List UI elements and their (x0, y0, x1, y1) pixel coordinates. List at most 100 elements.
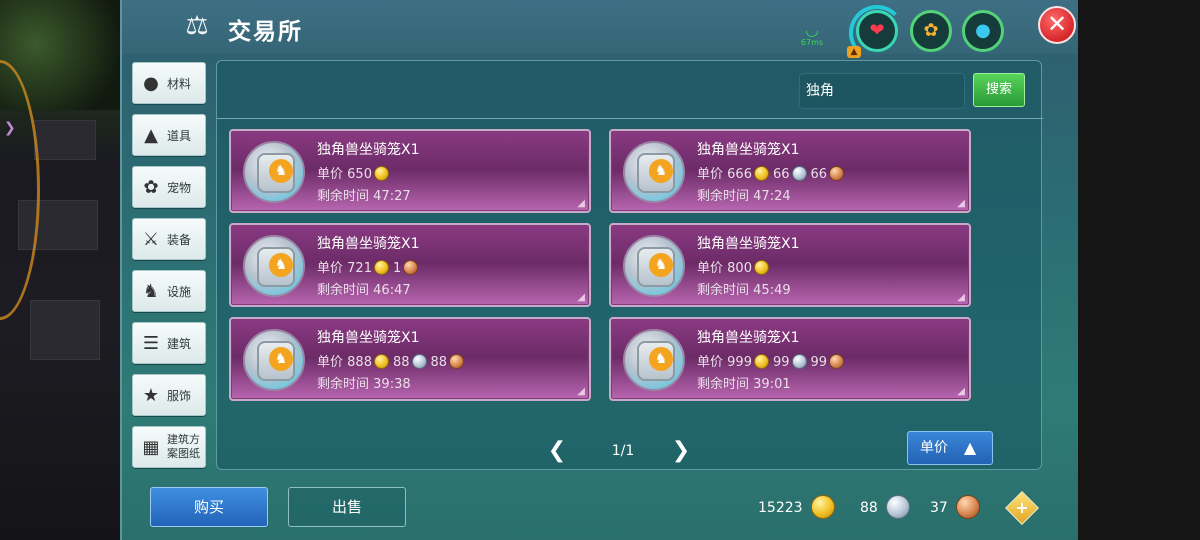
silver-coin-icon (791, 166, 807, 181)
copper-amount: 88 (430, 355, 448, 370)
category-buildings[interactable]: ☰ 建筑 (132, 322, 206, 364)
gold-balance: 15223 (758, 500, 803, 516)
category-materials[interactable]: ● 材料 (132, 62, 206, 104)
time-value: 46:47 (373, 283, 411, 298)
building-icon: ☰ (142, 333, 160, 354)
gold-coin-icon (753, 166, 769, 181)
time-row: 剩余时间 39:01 (697, 373, 791, 392)
listing-card[interactable]: ♞ 独角兽坐骑笼X1 单价 800 剩余时间 45:49 ◢ (609, 223, 971, 307)
time-label: 剩余时间 (317, 283, 370, 298)
copper-amount: 99 (810, 355, 828, 370)
time-row: 剩余时间 39:38 (317, 373, 411, 392)
search-bar: 独角 搜索 (217, 61, 1043, 119)
silver-coin-icon (885, 495, 910, 519)
copper-coin-icon (829, 166, 845, 181)
blueprint-icon: ▦ (142, 437, 160, 458)
price-label: 单价 (317, 355, 344, 370)
wifi-signal-icon: ◡ (805, 20, 819, 39)
listing-card[interactable]: ♞ 独角兽坐骑笼X1 单价 650 剩余时间 47:27 ◢ (229, 129, 591, 213)
gold-coin-icon (373, 354, 389, 369)
horse-emblem: ♞ (649, 347, 673, 371)
copper-balance: 37 (930, 500, 948, 516)
gold-coin-icon (373, 166, 389, 181)
gold-amount: 721 (347, 261, 372, 276)
item-name: 独角兽坐骑笼X1 (697, 236, 800, 252)
game-world-left: ❯ (0, 0, 120, 540)
search-input[interactable]: 独角 (799, 73, 965, 109)
category-tools[interactable]: ▲ 道具 (132, 114, 206, 156)
food-icon: ✿ (923, 20, 939, 41)
price-row: 单价 666 66 66 (697, 163, 848, 182)
stone-tile (34, 120, 96, 160)
close-button[interactable]: ✕ (1038, 6, 1076, 44)
price-row: 单价 800 (697, 257, 773, 276)
listing-card[interactable]: ♞ 独角兽坐骑笼X1 单价 721 1 剩余时间 46:47 ◢ (229, 223, 591, 307)
game-screen: ❯ ⚖ 交易所 ◡ 67ms ❤ ▲ ✿ ● ✕ ● 材料 ▲ 道具 ✿ 宠物 … (0, 0, 1200, 540)
listing-card[interactable]: ♞ 独角兽坐骑笼X1 单价 666 66 66 剩余时间 47:24 ◢ (609, 129, 971, 213)
horse-emblem: ♞ (269, 159, 293, 183)
copper-amount: 1 (392, 261, 402, 276)
ping-label: 67ms (800, 38, 824, 47)
category-blueprints[interactable]: ▦ 建筑方案图纸 (132, 426, 206, 468)
copper-coin-icon (955, 495, 980, 519)
gold-amount: 666 (727, 167, 752, 182)
time-value: 47:24 (753, 189, 791, 204)
horse-emblem: ♞ (269, 253, 293, 277)
price-row: 单价 650 (317, 163, 393, 182)
unicorn-cage-icon: ♞ (623, 329, 685, 391)
category-pets[interactable]: ✿ 宠物 (132, 166, 206, 208)
horse-emblem: ♞ (269, 347, 293, 371)
copper-coin-icon (829, 354, 845, 369)
price-label: 单价 (697, 167, 724, 182)
listing-card[interactable]: ♞ 独角兽坐骑笼X1 单价 888 88 88 剩余时间 39:38 ◢ (229, 317, 591, 401)
price-label: 单价 (697, 261, 724, 276)
copper-coin-icon (449, 354, 465, 369)
unicorn-cage-icon: ♞ (623, 235, 685, 297)
category-facilities[interactable]: ♞ 设施 (132, 270, 206, 312)
gold-amount: 888 (347, 355, 372, 370)
page-title: 交易所 (228, 19, 303, 45)
chevron-left-icon[interactable]: ❮ (547, 437, 567, 465)
pagination: ❮ 1/1 ❯ (547, 437, 707, 465)
silver-amount: 88 (392, 355, 410, 370)
time-value: 47:27 (373, 189, 411, 204)
equipment-icon: ⚔ (142, 229, 160, 250)
category-clothing[interactable]: ★ 服饰 (132, 374, 206, 416)
wallet-copper: 37 (930, 495, 980, 521)
silver-coin-icon (411, 354, 427, 369)
search-button[interactable]: 搜索 (973, 73, 1025, 107)
item-name: 独角兽坐骑笼X1 (317, 330, 420, 346)
add-currency-button[interactable]: + (1005, 491, 1039, 525)
price-label: 单价 (317, 261, 344, 276)
corner-mark: ◢ (577, 292, 585, 303)
listing-card[interactable]: ♞ 独角兽坐骑笼X1 单价 999 99 99 剩余时间 39:01 ◢ (609, 317, 971, 401)
facility-icon: ♞ (142, 281, 160, 302)
time-row: 剩余时间 47:27 (317, 185, 411, 204)
unicorn-cage-icon: ♞ (243, 141, 305, 203)
stone-tile (30, 300, 100, 360)
item-name: 独角兽坐骑笼X1 (697, 330, 800, 346)
horse-emblem: ♞ (649, 253, 673, 277)
gold-amount: 650 (347, 167, 372, 182)
game-world-right (1078, 0, 1200, 540)
silver-balance: 88 (860, 500, 878, 516)
chevron-right-icon[interactable]: ❯ (671, 437, 691, 465)
sell-tab-button[interactable]: 出售 (288, 487, 406, 527)
sort-by-price-button[interactable]: 单价 ▲ (907, 431, 993, 465)
close-icon: ✕ (1046, 10, 1068, 38)
water-drop-icon: ● (975, 20, 991, 41)
price-row: 单价 999 99 99 (697, 351, 848, 370)
copper-coin-icon (403, 260, 419, 275)
category-equipment[interactable]: ⚔ 装备 (132, 218, 206, 260)
category-label: 道具 (167, 129, 192, 143)
time-row: 剩余时间 45:49 (697, 279, 791, 298)
side-arrow-icon[interactable]: ❯ (4, 120, 16, 136)
buy-tab-button[interactable]: 购买 (150, 487, 268, 527)
category-label: 建筑方案图纸 (167, 433, 200, 460)
health-meter: ❤ (849, 5, 905, 61)
silver-amount: 99 (772, 355, 790, 370)
price-label: 单价 (697, 355, 724, 370)
time-label: 剩余时间 (697, 377, 750, 392)
thirst-meter: ● (962, 10, 1004, 52)
copper-amount: 66 (810, 167, 828, 182)
